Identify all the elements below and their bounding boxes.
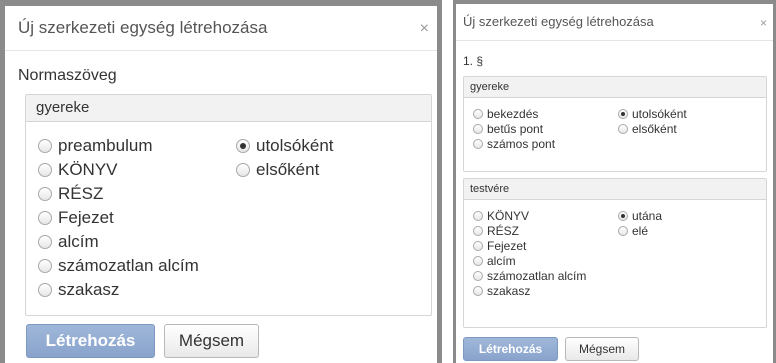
radio-option[interactable]: Fejezet <box>38 206 199 230</box>
radio-button[interactable] <box>473 255 483 266</box>
fieldset-legend: testvére <box>464 179 766 200</box>
radio-option[interactable]: utolsóként <box>236 134 334 158</box>
radio-button[interactable] <box>38 235 52 249</box>
radio-label: KÖNYV <box>58 160 118 179</box>
radio-option[interactable]: Fejezet <box>473 238 586 253</box>
radio-button[interactable] <box>473 123 483 134</box>
radio-label: utolsóként <box>256 136 334 155</box>
radio-label: számos pont <box>487 136 556 151</box>
radio-option[interactable]: számos pont <box>473 136 555 151</box>
radio-option[interactable]: számozatlan alcím <box>38 254 199 278</box>
radio-label: RÉSZ <box>487 223 520 238</box>
radio-option[interactable]: elé <box>618 223 662 238</box>
radio-button-selected[interactable] <box>618 210 628 221</box>
radio-button[interactable] <box>618 225 628 236</box>
radio-option[interactable]: RÉSZ <box>38 182 199 206</box>
radio-label: utána <box>632 208 663 223</box>
radio-button-selected[interactable] <box>618 108 628 119</box>
radio-label: szakasz <box>487 283 531 298</box>
radio-label: számozatlan alcím <box>58 256 199 275</box>
cancel-button[interactable]: Mégsem <box>164 324 259 358</box>
dialog-subtitle: 1. § <box>463 54 484 68</box>
create-unit-dialog-normaszoveg: Új szerkezeti egység létrehozása × Norma… <box>0 0 442 363</box>
radio-option[interactable]: szakasz <box>38 278 199 302</box>
radio-label: bekezdés <box>487 106 539 121</box>
cancel-button[interactable]: Mégsem <box>565 337 639 361</box>
position-radio-group: utolsóként elsőként <box>236 134 334 182</box>
radio-option[interactable]: KÖNYV <box>38 158 199 182</box>
close-icon[interactable]: × <box>760 4 767 42</box>
radio-button[interactable] <box>38 187 52 201</box>
radio-label: utolsóként <box>632 106 687 121</box>
radio-button[interactable] <box>236 163 250 177</box>
radio-label: preambulum <box>58 136 153 155</box>
radio-button[interactable] <box>38 163 52 177</box>
radio-button[interactable] <box>473 285 483 296</box>
radio-label: szakasz <box>58 280 120 299</box>
radio-label: RÉSZ <box>58 184 104 203</box>
radio-button[interactable] <box>473 240 483 251</box>
radio-option[interactable]: alcím <box>38 230 199 254</box>
radio-label: Fejezet <box>58 208 114 227</box>
radio-option[interactable]: KÖNYV <box>473 208 586 223</box>
radio-label: alcím <box>487 253 516 268</box>
radio-option[interactable]: utolsóként <box>618 106 687 121</box>
radio-button[interactable] <box>473 108 483 119</box>
fieldset-legend: gyereke <box>464 77 766 98</box>
sibling-position-radio-group: utána elé <box>618 208 662 238</box>
create-button[interactable]: Létrehozás <box>26 324 155 358</box>
child-fieldset: gyereke bekezdés betűs pont számos pont … <box>463 76 767 172</box>
radio-button[interactable] <box>38 211 52 225</box>
radio-label: betűs pont <box>487 121 544 136</box>
radio-button[interactable] <box>38 139 52 153</box>
radio-option[interactable]: alcím <box>473 253 586 268</box>
radio-option[interactable]: elsőként <box>236 158 334 182</box>
gutter <box>442 0 453 363</box>
radio-label: alcím <box>58 232 99 251</box>
radio-option[interactable]: RÉSZ <box>473 223 586 238</box>
type-radio-group: preambulum KÖNYV RÉSZ Fejezet alcím szám… <box>38 134 199 302</box>
radio-option[interactable]: bekezdés <box>473 106 555 121</box>
dialog-title: Új szerkezeti egység létrehozása <box>18 18 268 37</box>
dialog-subtitle: Normaszöveg <box>18 67 117 84</box>
fieldset-legend: gyereke <box>26 95 431 122</box>
child-fieldset: gyereke preambulum KÖNYV RÉSZ Fejezet al… <box>25 94 432 316</box>
radio-label: elé <box>632 223 649 238</box>
radio-option[interactable]: utána <box>618 208 662 223</box>
radio-button[interactable] <box>473 138 483 149</box>
radio-label: KÖNYV <box>487 208 530 223</box>
dialog-titlebar: Új szerkezeti egység létrehozása × <box>456 4 773 41</box>
sibling-fieldset: testvére KÖNYV RÉSZ Fejezet alcím számoz… <box>463 178 767 328</box>
create-button[interactable]: Létrehozás <box>463 337 558 361</box>
child-type-radio-group: bekezdés betűs pont számos pont <box>473 106 555 151</box>
radio-option[interactable]: preambulum <box>38 134 199 158</box>
radio-button-selected[interactable] <box>236 139 250 153</box>
sibling-type-radio-group: KÖNYV RÉSZ Fejezet alcím számozatlan alc… <box>473 208 586 298</box>
close-icon[interactable]: × <box>420 6 429 52</box>
radio-option[interactable]: számozatlan alcím <box>473 268 586 283</box>
radio-option[interactable]: szakasz <box>473 283 586 298</box>
radio-label: Fejezet <box>487 238 527 253</box>
dialog-title: Új szerkezeti egység létrehozása <box>463 14 654 29</box>
dialog-titlebar: Új szerkezeti egység létrehozása × <box>5 6 437 51</box>
create-unit-dialog-paragraph: Új szerkezeti egység létrehozása × 1. § … <box>453 0 776 363</box>
radio-option[interactable]: betűs pont <box>473 121 555 136</box>
radio-button[interactable] <box>618 123 628 134</box>
child-position-radio-group: utolsóként elsőként <box>618 106 687 136</box>
radio-option[interactable]: elsőként <box>618 121 687 136</box>
radio-label: számozatlan alcím <box>487 268 587 283</box>
radio-button[interactable] <box>38 259 52 273</box>
radio-button[interactable] <box>38 283 52 297</box>
radio-button[interactable] <box>473 210 483 221</box>
radio-label: elsőként <box>632 121 677 136</box>
radio-label: elsőként <box>256 160 320 179</box>
radio-button[interactable] <box>473 225 483 236</box>
radio-button[interactable] <box>473 270 483 281</box>
